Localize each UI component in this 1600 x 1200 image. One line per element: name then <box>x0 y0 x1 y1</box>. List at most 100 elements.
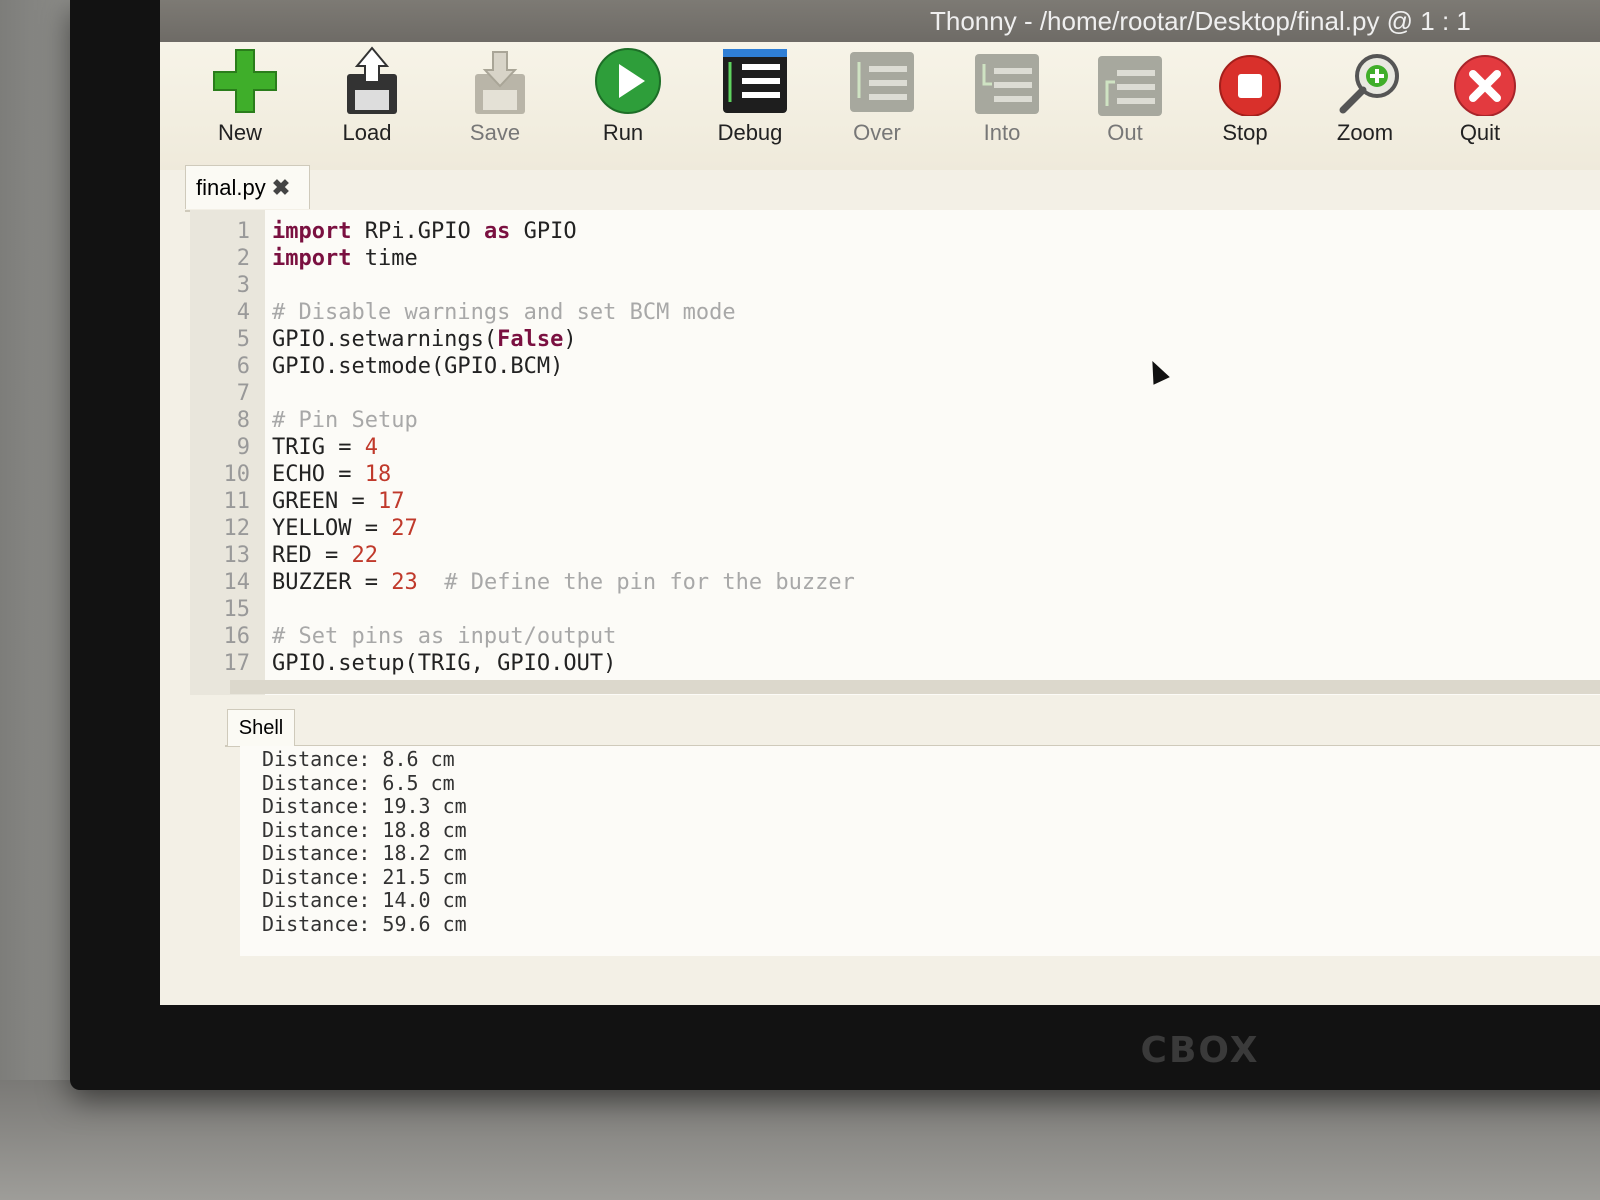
code-editor[interactable]: 1 import RPi.GPIO as GPIO 2 import time 3 4 # … <box>190 210 1600 695</box>
code-text: GPIO.setmode(GPIO.BCM) <box>272 353 563 380</box>
zoom-icon <box>1339 54 1399 114</box>
step-into-icon <box>975 54 1039 114</box>
code-text: GPIO.setwarnings(False) <box>272 326 577 353</box>
code-line[interactable]: 11 GREEN = 17 <box>190 488 1590 515</box>
line-number: 3 <box>236 273 250 298</box>
shell-output-line: Distance: 19.3 cm <box>262 794 467 818</box>
code-line[interactable]: 12 YELLOW = 27 <box>190 515 1590 542</box>
line-number: 4 <box>236 300 250 325</box>
shell-output[interactable]: Distance: 8.6 cm Distance: 6.5 cm Distance… <box>240 746 1600 956</box>
step-out-button[interactable]: Out <box>1070 42 1180 167</box>
code-line[interactable]: 15 <box>190 596 1590 623</box>
code-text: TRIG = 4 <box>272 434 378 461</box>
tab-close-icon[interactable]: ✖ <box>272 175 290 200</box>
code-token: BUZZER = <box>272 570 392 595</box>
code-line[interactable]: 13 RED = 22 <box>190 542 1590 569</box>
code-token: time <box>351 246 418 271</box>
line-number: 5 <box>236 327 250 352</box>
shell-tab-bar: Shell <box>225 705 1600 747</box>
save-button[interactable]: Save <box>440 42 550 167</box>
keyword-token: import <box>272 246 352 271</box>
new-button[interactable]: New <box>185 42 295 167</box>
run-icon <box>595 48 661 114</box>
code-text: import RPi.GPIO as GPIO <box>272 218 577 245</box>
code-token: GPIO.setup(TRIG, GPIO.OUT) <box>272 651 617 676</box>
code-line[interactable]: 3 <box>190 272 1590 299</box>
load-icon <box>347 46 397 114</box>
number-token: 23 <box>391 570 418 595</box>
debug-icon <box>723 49 787 113</box>
code-line[interactable]: 1 import RPi.GPIO as GPIO <box>190 218 1590 245</box>
editor-tab-bar: final.py ✖ <box>185 165 1600 212</box>
code-token: GPIO.setmode(GPIO.BCM) <box>272 354 564 379</box>
stop-icon <box>1219 55 1281 116</box>
code-token: GPIO.setwarnings( <box>272 327 498 352</box>
quit-icon <box>1454 55 1516 116</box>
code-token: RED = <box>272 543 352 568</box>
zoom-button[interactable]: Zoom <box>1310 42 1420 167</box>
number-token: 22 <box>351 543 378 568</box>
line-number: 17 <box>223 651 251 676</box>
keyword-token: False <box>497 327 564 352</box>
code-text: # Disable warnings and set BCM mode <box>272 299 736 326</box>
line-number: 12 <box>223 516 251 541</box>
code-line[interactable]: 16 # Set pins as input/output <box>190 623 1590 650</box>
code-line[interactable]: 14 BUZZER = 23 # Define the pin for the b… <box>190 569 1590 596</box>
keyword-token: import <box>272 219 352 244</box>
run-button[interactable]: Run <box>568 42 678 167</box>
code-line[interactable]: 17 GPIO.setup(TRIG, GPIO.OUT) <box>190 650 1590 677</box>
shell-output-line: Distance: 14.0 cm <box>262 888 467 912</box>
code-text: GPIO.setup(TRIG, GPIO.OUT) <box>272 650 616 677</box>
step-into-button[interactable]: Into <box>947 42 1057 167</box>
quit-button[interactable]: Quit <box>1425 42 1535 167</box>
load-button[interactable]: Load <box>312 42 422 167</box>
code-text: # Set pins as input/output <box>272 623 616 650</box>
code-line[interactable]: 7 <box>190 380 1590 407</box>
line-number: 1 <box>236 219 250 244</box>
line-number: 14 <box>223 570 251 595</box>
line-number: 2 <box>236 246 250 271</box>
code-line[interactable]: 5 GPIO.setwarnings(False) <box>190 326 1590 353</box>
code-line[interactable]: 9 TRIG = 4 <box>190 434 1590 461</box>
line-number: 11 <box>223 489 251 514</box>
code-text: YELLOW = 27 <box>272 515 418 542</box>
comment-token: # Pin Setup <box>272 408 418 433</box>
title-bar: Thonny - /home/rootar/Desktop/final.py @… <box>160 0 1600 42</box>
tab-shell[interactable]: Shell <box>227 709 295 746</box>
line-number: 9 <box>236 435 250 460</box>
new-icon <box>213 49 277 113</box>
code-line[interactable]: 2 import time <box>190 245 1590 272</box>
shell-output-line: Distance: 6.5 cm <box>262 770 455 795</box>
line-number: 7 <box>236 381 250 406</box>
tab-label: final.py <box>196 175 266 200</box>
tab-final-py[interactable]: final.py ✖ <box>185 165 310 209</box>
line-number: 10 <box>223 462 251 487</box>
window-title: Thonny - /home/rootar/Desktop/final.py @… <box>930 6 1471 36</box>
debug-button[interactable]: Debug <box>695 42 805 167</box>
number-token: 18 <box>364 462 392 487</box>
code-token: GREEN = <box>272 489 378 514</box>
shell-output-line: Distance: 8.6 cm <box>262 747 455 771</box>
code-token: GPIO <box>510 219 577 244</box>
comment-token: # Disable warnings and set BCM mode <box>272 300 736 325</box>
code-token: ) <box>563 327 577 352</box>
code-text: GREEN = 17 <box>272 488 404 515</box>
code-text: import time <box>272 245 418 272</box>
code-line[interactable]: 6 GPIO.setmode(GPIO.BCM) <box>190 353 1590 380</box>
shell-output-line: Distance: 21.5 cm <box>262 864 467 889</box>
code-token: ECHO = <box>272 462 365 487</box>
number-token: 17 <box>377 489 405 514</box>
number-token: 27 <box>391 516 418 541</box>
code-text: RED = 22 <box>272 542 378 569</box>
line-number: 15 <box>223 597 251 622</box>
code-line[interactable]: 4 # Disable warnings and set BCM mode <box>190 299 1590 326</box>
code-token: RPi.GPIO <box>351 219 484 244</box>
code-line[interactable]: 10 ECHO = 18 <box>190 461 1590 488</box>
step-over-button[interactable]: Over <box>822 42 932 167</box>
code-line[interactable]: 8 # Pin Setup <box>190 407 1590 434</box>
comment-token: # Define the pin for the buzzer <box>417 570 855 595</box>
editor-horizontal-scrollbar[interactable] <box>230 680 1600 694</box>
code-token: TRIG = <box>272 435 365 460</box>
stop-button[interactable]: Stop <box>1190 42 1300 167</box>
desk-surface <box>0 1080 1600 1200</box>
